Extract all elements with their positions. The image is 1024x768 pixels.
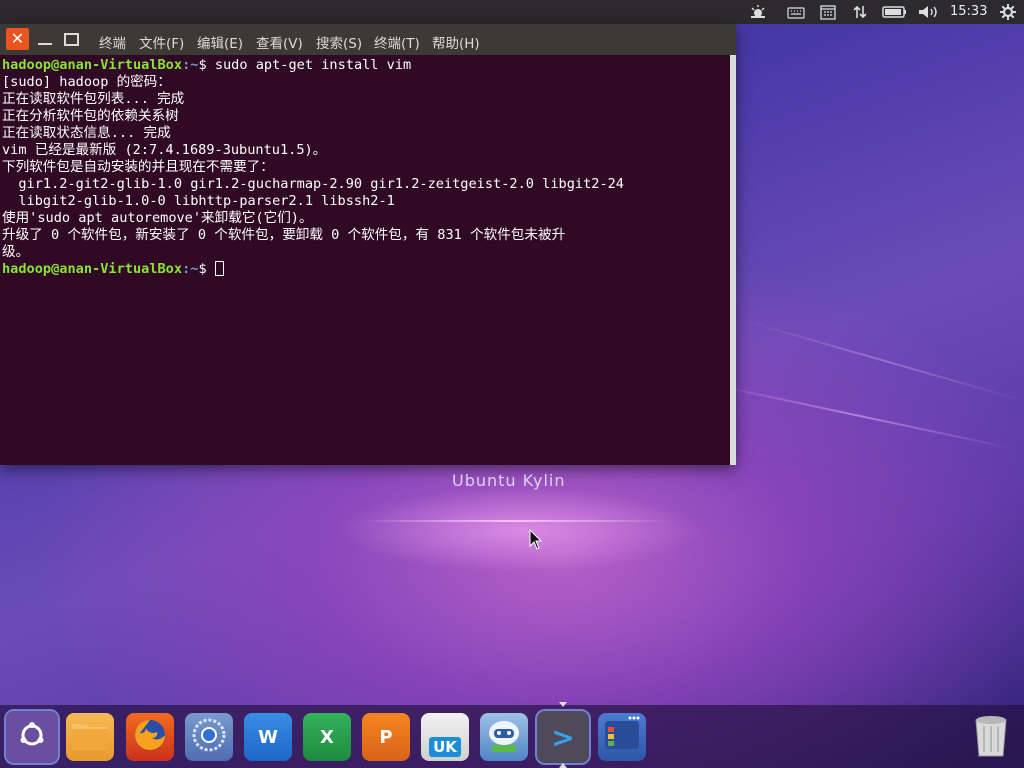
menu-terminal[interactable]: 终端(T)	[374, 32, 420, 52]
wps-writer-icon: W	[258, 726, 278, 748]
prompt-symbol: $	[198, 57, 215, 73]
output-line: vim 已经是最新版 (2:7.4.1689-3ubuntu1.5)。	[2, 142, 327, 158]
weather-icon[interactable]	[749, 4, 767, 20]
output-line: 正在读取状态信息... 完成	[2, 125, 171, 141]
dock-wps-spreadsheets-button[interactable]: X	[303, 713, 351, 761]
launcher-dock: W X P UK >	[0, 702, 1024, 768]
keyboard-icon[interactable]	[787, 4, 805, 20]
dock-wps-writer-button[interactable]: W	[244, 713, 292, 761]
desktop-brand-label: Ubuntu Kylin	[452, 471, 566, 490]
output-line: 升级了 0 个软件包，新安装了 0 个软件包，要卸载 0 个软件包，有 831 …	[2, 227, 566, 243]
running-app-indicator	[559, 763, 567, 768]
prompt-user: hadoop@anan-VirtualBox	[2, 57, 183, 73]
top-panel: 15:33	[0, 0, 1024, 24]
menu-search[interactable]: 搜索(S)	[316, 32, 362, 52]
maximize-button[interactable]	[60, 28, 82, 50]
menu-edit[interactable]: 编辑(E)	[197, 32, 243, 52]
terminal-window[interactable]: ✕ 终端 文件(F) 编辑(E) 查看(V) 搜索(S) 终端(T) 帮助(H)…	[0, 24, 736, 465]
menu-terminal-app[interactable]: 终端	[99, 32, 126, 52]
settings-gear-icon[interactable]	[999, 4, 1017, 20]
mouse-pointer-icon	[529, 528, 543, 551]
active-window-indicator	[559, 702, 567, 707]
wps-presentation-icon: P	[379, 726, 393, 748]
terminal-menubar: ✕ 终端 文件(F) 编辑(E) 查看(V) 搜索(S) 终端(T) 帮助(H)	[0, 24, 736, 55]
terminal-scrollbar[interactable]	[730, 55, 736, 465]
network-arrows-icon[interactable]	[851, 4, 869, 20]
text-cursor	[214, 261, 224, 276]
dock-firefox-button[interactable]	[126, 713, 174, 761]
prompt-user: hadoop@anan-VirtualBox	[2, 261, 183, 277]
workspaces-icon	[602, 715, 642, 760]
close-icon: ✕	[10, 29, 25, 48]
menu-help[interactable]: 帮助(H)	[432, 32, 480, 52]
prompt-path: :~	[182, 57, 199, 73]
light-streak	[703, 381, 1017, 451]
output-line: 使用'sudo apt autoremove'来卸载它(它们)。	[2, 210, 313, 226]
output-line: 正在读取软件包列表... 完成	[2, 91, 185, 107]
minimize-button[interactable]	[34, 28, 56, 50]
menu-view[interactable]: 查看(V)	[256, 32, 303, 52]
battery-icon[interactable]	[882, 4, 908, 20]
output-line: [sudo] hadoop 的密码：	[2, 74, 171, 90]
volume-icon[interactable]	[917, 4, 939, 20]
current-prompt: hadoop@anan-VirtualBox:~$	[2, 261, 728, 278]
dock-terminal-button[interactable]: >	[535, 709, 591, 765]
ubuntu-logo-icon	[17, 720, 47, 755]
terminal-icon: >	[551, 720, 575, 754]
dock-files-button[interactable]	[66, 713, 114, 761]
chromium-icon	[190, 716, 228, 759]
menu-file[interactable]: 文件(F)	[139, 32, 184, 52]
output-line: libgit2-glib-1.0-0 libhttp-parser2.1 lib…	[2, 193, 395, 209]
dock-software-center-button[interactable]: UK	[421, 713, 469, 761]
prompt-path: :~	[182, 261, 199, 277]
close-button[interactable]: ✕	[6, 28, 29, 50]
dock-assistant-button[interactable]	[480, 713, 528, 761]
dock-trash-button[interactable]	[968, 713, 1014, 761]
assistant-robot-icon	[484, 715, 524, 760]
firefox-icon	[131, 716, 169, 759]
output-line: 下列软件包是自动安装的并且现在不需要了：	[2, 159, 274, 175]
clock[interactable]: 15:33	[950, 4, 987, 19]
trash-icon	[972, 712, 1010, 763]
folder-icon	[70, 718, 110, 757]
dock-workspaces-button[interactable]	[598, 713, 646, 761]
wps-spreadsheets-icon: X	[320, 726, 334, 748]
output-line: 正在分析软件包的依赖关系树	[2, 108, 179, 124]
dock-chromium-button[interactable]	[185, 713, 233, 761]
light-streak	[360, 520, 670, 522]
software-center-icon: UK	[429, 737, 461, 757]
terminal-output[interactable]: hadoop@anan-VirtualBox:~$ sudo apt-get i…	[0, 55, 728, 465]
dock-wps-presentation-button[interactable]: P	[362, 713, 410, 761]
calendar-icon[interactable]	[819, 4, 837, 20]
output-line: 级。	[2, 244, 30, 260]
prompt-symbol: $	[198, 261, 215, 277]
command-line: hadoop@anan-VirtualBox:~$ sudo apt-get i…	[2, 57, 728, 74]
light-streak	[745, 320, 1024, 402]
dock-ubuntu-button[interactable]	[4, 709, 60, 765]
output-line: gir1.2-git2-glib-1.0 gir1.2-gucharmap-2.…	[2, 176, 624, 192]
command-text: sudo apt-get install vim	[214, 57, 412, 73]
